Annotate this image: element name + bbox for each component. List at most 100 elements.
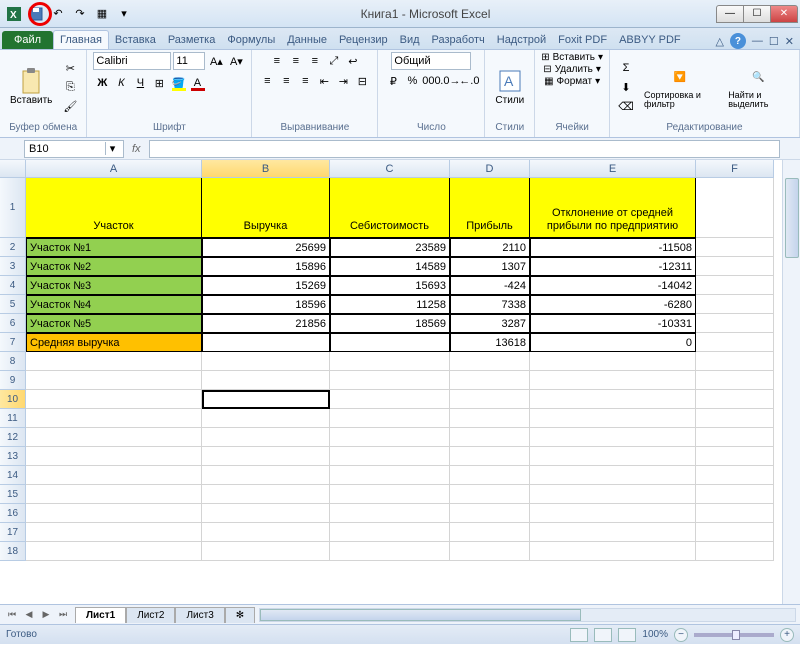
cell-C12[interactable] (330, 428, 450, 447)
tab-view[interactable]: Вид (394, 31, 426, 49)
help-icon[interactable]: ? (730, 33, 746, 49)
cell-A17[interactable] (26, 523, 202, 542)
fill-color-icon[interactable]: 🪣 (169, 74, 187, 92)
underline-button[interactable]: Ч (131, 74, 149, 92)
redo-icon[interactable]: ↷ (70, 4, 90, 24)
cell-A12[interactable] (26, 428, 202, 447)
sheet-tab-3[interactable]: Лист3 (175, 607, 224, 623)
cell-F1[interactable] (696, 178, 774, 238)
insert-cells-button[interactable]: ⊞Вставить ▾ (541, 52, 603, 63)
paste-button[interactable]: Вставить (6, 67, 56, 108)
cell-B15[interactable] (202, 485, 330, 504)
styles-button[interactable]: A Стили (491, 67, 528, 108)
cell-A14[interactable] (26, 466, 202, 485)
sheet-last-icon[interactable]: ⏭ (55, 607, 71, 623)
col-header-d[interactable]: D (450, 160, 530, 178)
cell-D16[interactable] (450, 504, 530, 523)
maximize-button[interactable]: ☐ (743, 5, 771, 23)
cell-E5[interactable]: -6280 (530, 295, 696, 314)
row-header-17[interactable]: 17 (0, 523, 26, 542)
cell-D4[interactable]: -424 (450, 276, 530, 295)
cell-C8[interactable] (330, 352, 450, 371)
row-header-1[interactable]: 1 (0, 178, 26, 238)
tab-formulas[interactable]: Формулы (221, 31, 281, 49)
cell-A11[interactable] (26, 409, 202, 428)
row-header-14[interactable]: 14 (0, 466, 26, 485)
cell-F6[interactable] (696, 314, 774, 333)
font-name-combo[interactable]: Calibri (93, 52, 171, 70)
cell-B11[interactable] (202, 409, 330, 428)
cell-D18[interactable] (450, 542, 530, 561)
cell-F12[interactable] (696, 428, 774, 447)
sheet-next-icon[interactable]: ▶ (38, 607, 54, 623)
sheet-tab-1[interactable]: Лист1 (75, 607, 126, 623)
cell-D14[interactable] (450, 466, 530, 485)
cell-F2[interactable] (696, 238, 774, 257)
cell-F11[interactable] (696, 409, 774, 428)
row-header-4[interactable]: 4 (0, 276, 26, 295)
cell-E17[interactable] (530, 523, 696, 542)
autosum-icon[interactable]: Σ (616, 59, 636, 77)
tab-abbyy[interactable]: ABBYY PDF (613, 31, 687, 49)
vertical-scrollbar[interactable] (782, 160, 800, 604)
cell-E8[interactable] (530, 352, 696, 371)
window-close-icon[interactable]: ✕ (785, 35, 794, 48)
cell-F13[interactable] (696, 447, 774, 466)
format-painter-icon[interactable]: 🖌 (60, 97, 80, 115)
row-header-8[interactable]: 8 (0, 352, 26, 371)
cell-B9[interactable] (202, 371, 330, 390)
cell-D9[interactable] (450, 371, 530, 390)
cell-B6[interactable]: 21856 (202, 314, 330, 333)
cell-F3[interactable] (696, 257, 774, 276)
cell-E2[interactable]: -11508 (530, 238, 696, 257)
percent-icon[interactable]: % (403, 72, 421, 90)
cell-B10[interactable] (202, 390, 330, 409)
col-header-a[interactable]: A (26, 160, 202, 178)
minimize-button[interactable]: — (716, 5, 744, 23)
align-center-icon[interactable]: ≡ (277, 72, 295, 90)
zoom-slider[interactable] (694, 633, 774, 637)
cell-C4[interactable]: 15693 (330, 276, 450, 295)
increase-decimal-icon[interactable]: .0→ (441, 72, 459, 90)
shrink-font-icon[interactable]: A▾ (227, 52, 245, 70)
cell-A13[interactable] (26, 447, 202, 466)
cell-A10[interactable] (26, 390, 202, 409)
copy-icon[interactable]: ⎘ (60, 78, 80, 96)
cell-B4[interactable]: 15269 (202, 276, 330, 295)
window-restore-icon[interactable]: ☐ (769, 35, 779, 48)
cell-D3[interactable]: 1307 (450, 257, 530, 276)
sheet-tab-2[interactable]: Лист2 (126, 607, 175, 623)
cell-C16[interactable] (330, 504, 450, 523)
tab-data[interactable]: Данные (281, 31, 333, 49)
cell-E10[interactable] (530, 390, 696, 409)
cell-C5[interactable]: 11258 (330, 295, 450, 314)
cell-F17[interactable] (696, 523, 774, 542)
close-button[interactable]: ✕ (770, 5, 798, 23)
bold-button[interactable]: Ж (93, 74, 111, 92)
tab-insert[interactable]: Вставка (109, 31, 162, 49)
minimize-ribbon-icon[interactable]: △ (715, 35, 723, 48)
col-header-c[interactable]: C (330, 160, 450, 178)
cell-C14[interactable] (330, 466, 450, 485)
sheet-prev-icon[interactable]: ◀ (21, 607, 37, 623)
name-box-dropdown-icon[interactable]: ▾ (105, 142, 119, 155)
cell-C1[interactable]: Себистоимость (330, 178, 450, 238)
row-header-2[interactable]: 2 (0, 238, 26, 257)
row-header-10[interactable]: 10 (0, 390, 26, 409)
col-header-f[interactable]: F (696, 160, 774, 178)
cell-D8[interactable] (450, 352, 530, 371)
window-minimize-icon[interactable]: — (752, 35, 763, 47)
cell-F10[interactable] (696, 390, 774, 409)
col-header-e[interactable]: E (530, 160, 696, 178)
horizontal-scrollbar[interactable] (259, 608, 796, 622)
zoom-out-button[interactable]: − (674, 628, 688, 642)
cell-D6[interactable]: 3287 (450, 314, 530, 333)
cell-F14[interactable] (696, 466, 774, 485)
cell-A3[interactable]: Участок №2 (26, 257, 202, 276)
row-header-13[interactable]: 13 (0, 447, 26, 466)
cell-D7[interactable]: 13618 (450, 333, 530, 352)
normal-view-button[interactable] (570, 628, 588, 642)
cell-F18[interactable] (696, 542, 774, 561)
comma-icon[interactable]: 000 (422, 72, 440, 90)
orientation-icon[interactable]: ⤢ (325, 52, 343, 70)
